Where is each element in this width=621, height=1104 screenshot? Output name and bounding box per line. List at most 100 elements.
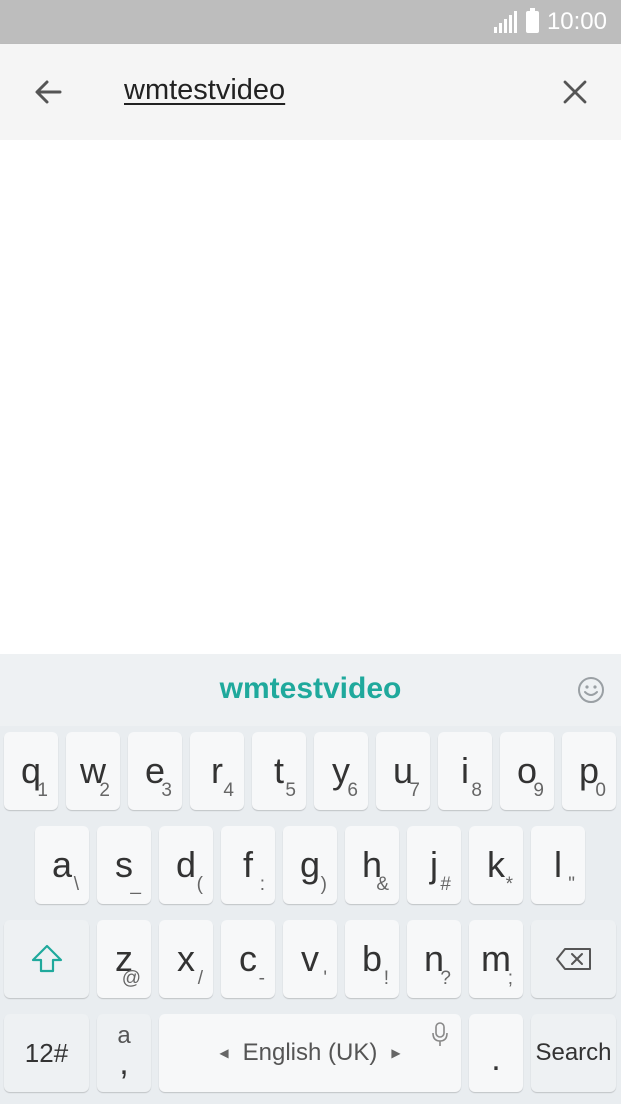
key-main-label: c	[239, 938, 257, 979]
key-f[interactable]: f:	[221, 826, 275, 904]
space-key[interactable]: ◀ English (UK) ▶	[159, 1014, 461, 1092]
search-bar: wmtestvideo	[0, 44, 621, 140]
key-main-label: j	[430, 844, 438, 885]
key-o[interactable]: o9	[500, 732, 554, 810]
key-sub-label: 5	[285, 780, 296, 801]
key-sub-label: 9	[533, 780, 544, 801]
key-main-label: f	[242, 844, 253, 885]
key-j[interactable]: j #	[407, 826, 461, 904]
language-next-icon: ▶	[391, 1046, 401, 1060]
key-main-label: a	[51, 844, 73, 885]
key-d[interactable]: d(	[159, 826, 213, 904]
key-v[interactable]: v '	[283, 920, 337, 998]
status-bar: 10:00	[0, 0, 621, 44]
search-results-area	[0, 140, 621, 654]
key-k[interactable]: k *	[469, 826, 523, 904]
key-u[interactable]: u7	[376, 732, 430, 810]
key-c[interactable]: c-	[221, 920, 275, 998]
back-button[interactable]	[28, 72, 68, 112]
key-sub-label: #	[440, 874, 451, 895]
search-input[interactable]: wmtestvideo	[124, 74, 285, 107]
key-sub-label: !	[383, 968, 389, 989]
key-w[interactable]: w2	[66, 732, 120, 810]
key-sub-label: *	[505, 874, 513, 895]
period-key[interactable]: .	[469, 1014, 523, 1092]
key-main-label: u	[392, 750, 414, 791]
key-main-label: x	[177, 938, 195, 979]
key-main-label: v	[301, 938, 319, 979]
key-g[interactable]: g)	[283, 826, 337, 904]
key-main-label: k	[487, 844, 505, 885]
shift-key[interactable]	[4, 920, 89, 998]
key-main-label: t	[273, 750, 284, 791]
key-sub-label: /	[197, 968, 203, 989]
backspace-key[interactable]	[531, 920, 616, 998]
key-sub-label: ?	[440, 968, 451, 989]
key-main-label: e	[144, 750, 166, 791]
clear-search-button[interactable]	[555, 72, 595, 112]
backspace-icon-wrap	[531, 920, 616, 998]
key-x[interactable]: x /	[159, 920, 213, 998]
key-main-label: g	[299, 844, 321, 885]
key-main-label: i	[461, 750, 469, 791]
key-main-label: m	[481, 938, 511, 979]
search-key-label: Search	[535, 1039, 612, 1066]
key-b[interactable]: b!	[345, 920, 399, 998]
key-a[interactable]: a \	[35, 826, 89, 904]
key-main-label: q	[20, 750, 42, 791]
space-key-label: English (UK)	[242, 1039, 378, 1066]
shift-icon-wrap	[4, 920, 89, 998]
key-sub-label: 0	[595, 780, 606, 801]
status-time: 10:00	[546, 8, 607, 35]
key-sub-label: '	[323, 968, 327, 989]
key-t[interactable]: t5	[252, 732, 306, 810]
key-sub-label: 6	[347, 780, 358, 801]
key-n[interactable]: n?	[407, 920, 461, 998]
key-sub-label: )	[320, 874, 327, 895]
key-main-label: p	[578, 750, 600, 791]
key-sub-label: 1	[37, 780, 48, 801]
key-main-label: n	[423, 938, 445, 979]
key-l[interactable]: l "	[531, 826, 585, 904]
key-main-label: l	[554, 844, 562, 885]
key-m[interactable]: m;	[469, 920, 523, 998]
key-r[interactable]: r4	[190, 732, 244, 810]
key-s[interactable]: s _	[97, 826, 151, 904]
key-e[interactable]: e3	[128, 732, 182, 810]
comma-key[interactable]: a ,	[97, 1014, 151, 1092]
key-main-label: y	[332, 750, 350, 791]
key-main-label: h	[361, 844, 383, 885]
key-sub-label: _	[130, 874, 141, 895]
key-main-label: w	[80, 750, 106, 791]
word-suggestion[interactable]: wmtestvideo	[0, 672, 621, 706]
key-main-label: r	[211, 750, 223, 791]
symbols-key-label: 12#	[24, 1037, 69, 1068]
emoji-icon[interactable]	[577, 676, 605, 704]
key-sub-label: 8	[471, 780, 482, 801]
key-h[interactable]: h &	[345, 826, 399, 904]
symbols-key[interactable]: 12#	[4, 1014, 89, 1092]
close-icon	[563, 80, 587, 104]
key-main-label: d	[175, 844, 197, 885]
keyboard: wmtestvideo q1 w2 e3 r4 t5 y6 u7 i8 o9 p…	[0, 654, 621, 1104]
key-sub-label: \	[73, 874, 79, 895]
key-sub-label: -	[258, 968, 265, 989]
back-arrow-icon	[35, 80, 62, 104]
key-sub-label: ;	[507, 968, 513, 989]
key-q[interactable]: q1	[4, 732, 58, 810]
key-main-label: o	[516, 750, 538, 791]
key-z[interactable]: z @	[97, 920, 151, 998]
language-prev-icon: ◀	[219, 1046, 229, 1060]
key-main-label: s	[115, 844, 133, 885]
search-key[interactable]: Search	[531, 1014, 616, 1092]
key-sub-label: (	[196, 874, 203, 895]
space-key-content: ◀ English (UK) ▶	[159, 1014, 461, 1092]
key-i[interactable]: i8	[438, 732, 492, 810]
key-y[interactable]: y6	[314, 732, 368, 810]
comma-key-main: ,	[119, 1044, 129, 1082]
microphone-icon	[432, 1022, 448, 1046]
key-sub-label: 7	[409, 780, 420, 801]
key-sub-label: &	[376, 874, 389, 895]
key-p[interactable]: p0	[562, 732, 616, 810]
key-sub-label: "	[568, 874, 575, 895]
